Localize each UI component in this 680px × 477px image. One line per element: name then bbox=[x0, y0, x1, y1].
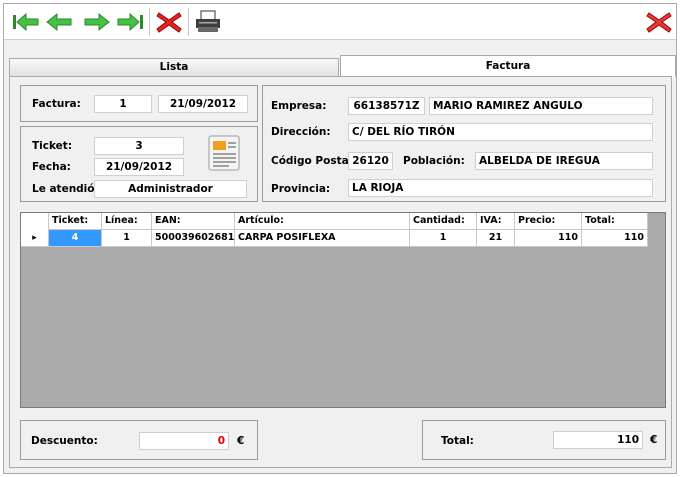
total-field[interactable]: 110 bbox=[553, 431, 643, 449]
grid-header-corner bbox=[21, 213, 49, 230]
company-group: Empresa: 66138571Z MARIO RAMIREZ ANGULO … bbox=[262, 85, 666, 202]
total-group: Total: 110 € bbox=[422, 420, 666, 460]
close-icon bbox=[646, 12, 672, 33]
poblacion-label: Población: bbox=[403, 155, 465, 167]
cell-cantidad[interactable]: 1 bbox=[410, 230, 477, 247]
cell-linea[interactable]: 1 bbox=[102, 230, 152, 247]
descuento-label: Descuento: bbox=[31, 435, 98, 447]
invoice-group: Factura: 1 21/09/2012 bbox=[20, 85, 258, 122]
tab-lista[interactable]: Lista bbox=[9, 58, 339, 76]
last-icon bbox=[117, 12, 143, 32]
direccion-label: Dirección: bbox=[271, 126, 331, 138]
factura-tab-panel: Factura: 1 21/09/2012 Ticket: 3 Fecha: 2… bbox=[9, 76, 672, 468]
ticket-document-button[interactable] bbox=[207, 134, 241, 172]
provincia-label: Provincia: bbox=[271, 183, 331, 195]
toolbar-separator bbox=[188, 8, 189, 36]
descuento-group: Descuento: 0 € bbox=[20, 420, 258, 460]
next-icon bbox=[84, 12, 110, 32]
cell-total[interactable]: 110 bbox=[582, 230, 648, 247]
delete-button[interactable] bbox=[154, 9, 184, 35]
column-header-precio[interactable]: Precio: bbox=[515, 213, 582, 230]
column-header-ean[interactable]: EAN: bbox=[152, 213, 235, 230]
factura-number-field[interactable]: 1 bbox=[94, 95, 152, 113]
table-row[interactable]: ▸ 4 1 5000396026818 CARPA POSIFLEXA 1 21… bbox=[21, 230, 648, 247]
first-icon bbox=[13, 12, 39, 32]
column-header-linea[interactable]: Línea: bbox=[102, 213, 152, 230]
atendio-field[interactable]: Administrador bbox=[94, 180, 247, 198]
last-record-button[interactable] bbox=[116, 9, 146, 35]
ticket-group: Ticket: 3 Fecha: 21/09/2012 Le atendió: … bbox=[20, 126, 258, 202]
ticket-lines-grid[interactable]: Ticket: Línea: EAN: Artículo: Cantidad: … bbox=[20, 212, 666, 408]
poblacion-field[interactable]: ALBELDA DE IREGUA bbox=[475, 152, 653, 170]
toolbar-separator bbox=[149, 8, 150, 36]
column-header-total[interactable]: Total: bbox=[582, 213, 648, 230]
fecha-field[interactable]: 21/09/2012 bbox=[94, 158, 184, 176]
row-indicator[interactable]: ▸ bbox=[21, 230, 49, 247]
codigo-postal-label: Código Postal: bbox=[271, 155, 357, 167]
cell-articulo[interactable]: CARPA POSIFLEXA bbox=[235, 230, 410, 247]
descuento-currency: € bbox=[237, 435, 245, 447]
factura-date-field[interactable]: 21/09/2012 bbox=[158, 95, 248, 113]
descuento-field[interactable]: 0 bbox=[139, 432, 229, 450]
total-currency: € bbox=[650, 434, 658, 446]
ticket-label: Ticket: bbox=[32, 140, 73, 152]
previous-icon bbox=[46, 12, 72, 32]
cell-precio[interactable]: 110 bbox=[515, 230, 582, 247]
first-record-button[interactable] bbox=[10, 9, 40, 35]
column-header-iva[interactable]: IVA: bbox=[477, 213, 515, 230]
print-icon bbox=[196, 10, 220, 32]
ticket-field[interactable]: 3 bbox=[94, 137, 184, 155]
column-header-articulo[interactable]: Artículo: bbox=[235, 213, 410, 230]
document-icon bbox=[208, 135, 240, 171]
print-button[interactable] bbox=[193, 9, 223, 35]
tab-factura[interactable]: Factura bbox=[340, 55, 676, 77]
close-button[interactable] bbox=[644, 9, 674, 35]
fecha-label: Fecha: bbox=[32, 161, 71, 173]
grid-header: Ticket: Línea: EAN: Artículo: Cantidad: … bbox=[21, 213, 648, 230]
empresa-label: Empresa: bbox=[271, 100, 327, 112]
cell-ticket[interactable]: 4 bbox=[49, 230, 102, 247]
previous-record-button[interactable] bbox=[44, 9, 74, 35]
cell-ean[interactable]: 5000396026818 bbox=[152, 230, 235, 247]
column-header-cantidad[interactable]: Cantidad: bbox=[410, 213, 477, 230]
invoice-window: Lista Factura Factura: 1 21/09/2012 Tick… bbox=[3, 3, 677, 474]
atendio-label: Le atendió: bbox=[32, 183, 99, 195]
codigo-postal-field[interactable]: 26120 bbox=[348, 152, 393, 170]
empresa-name-field[interactable]: MARIO RAMIREZ ANGULO bbox=[429, 97, 653, 115]
direccion-field[interactable]: C/ DEL RÍO TIRÓN bbox=[348, 123, 653, 141]
factura-label: Factura: bbox=[32, 98, 81, 110]
total-label: Total: bbox=[441, 435, 474, 447]
cell-iva[interactable]: 21 bbox=[477, 230, 515, 247]
empresa-nif-field[interactable]: 66138571Z bbox=[348, 97, 425, 115]
delete-icon bbox=[156, 12, 182, 33]
column-header-ticket[interactable]: Ticket: bbox=[49, 213, 102, 230]
toolbar bbox=[4, 4, 676, 40]
next-record-button[interactable] bbox=[82, 9, 112, 35]
provincia-field[interactable]: LA RIOJA bbox=[348, 179, 653, 197]
